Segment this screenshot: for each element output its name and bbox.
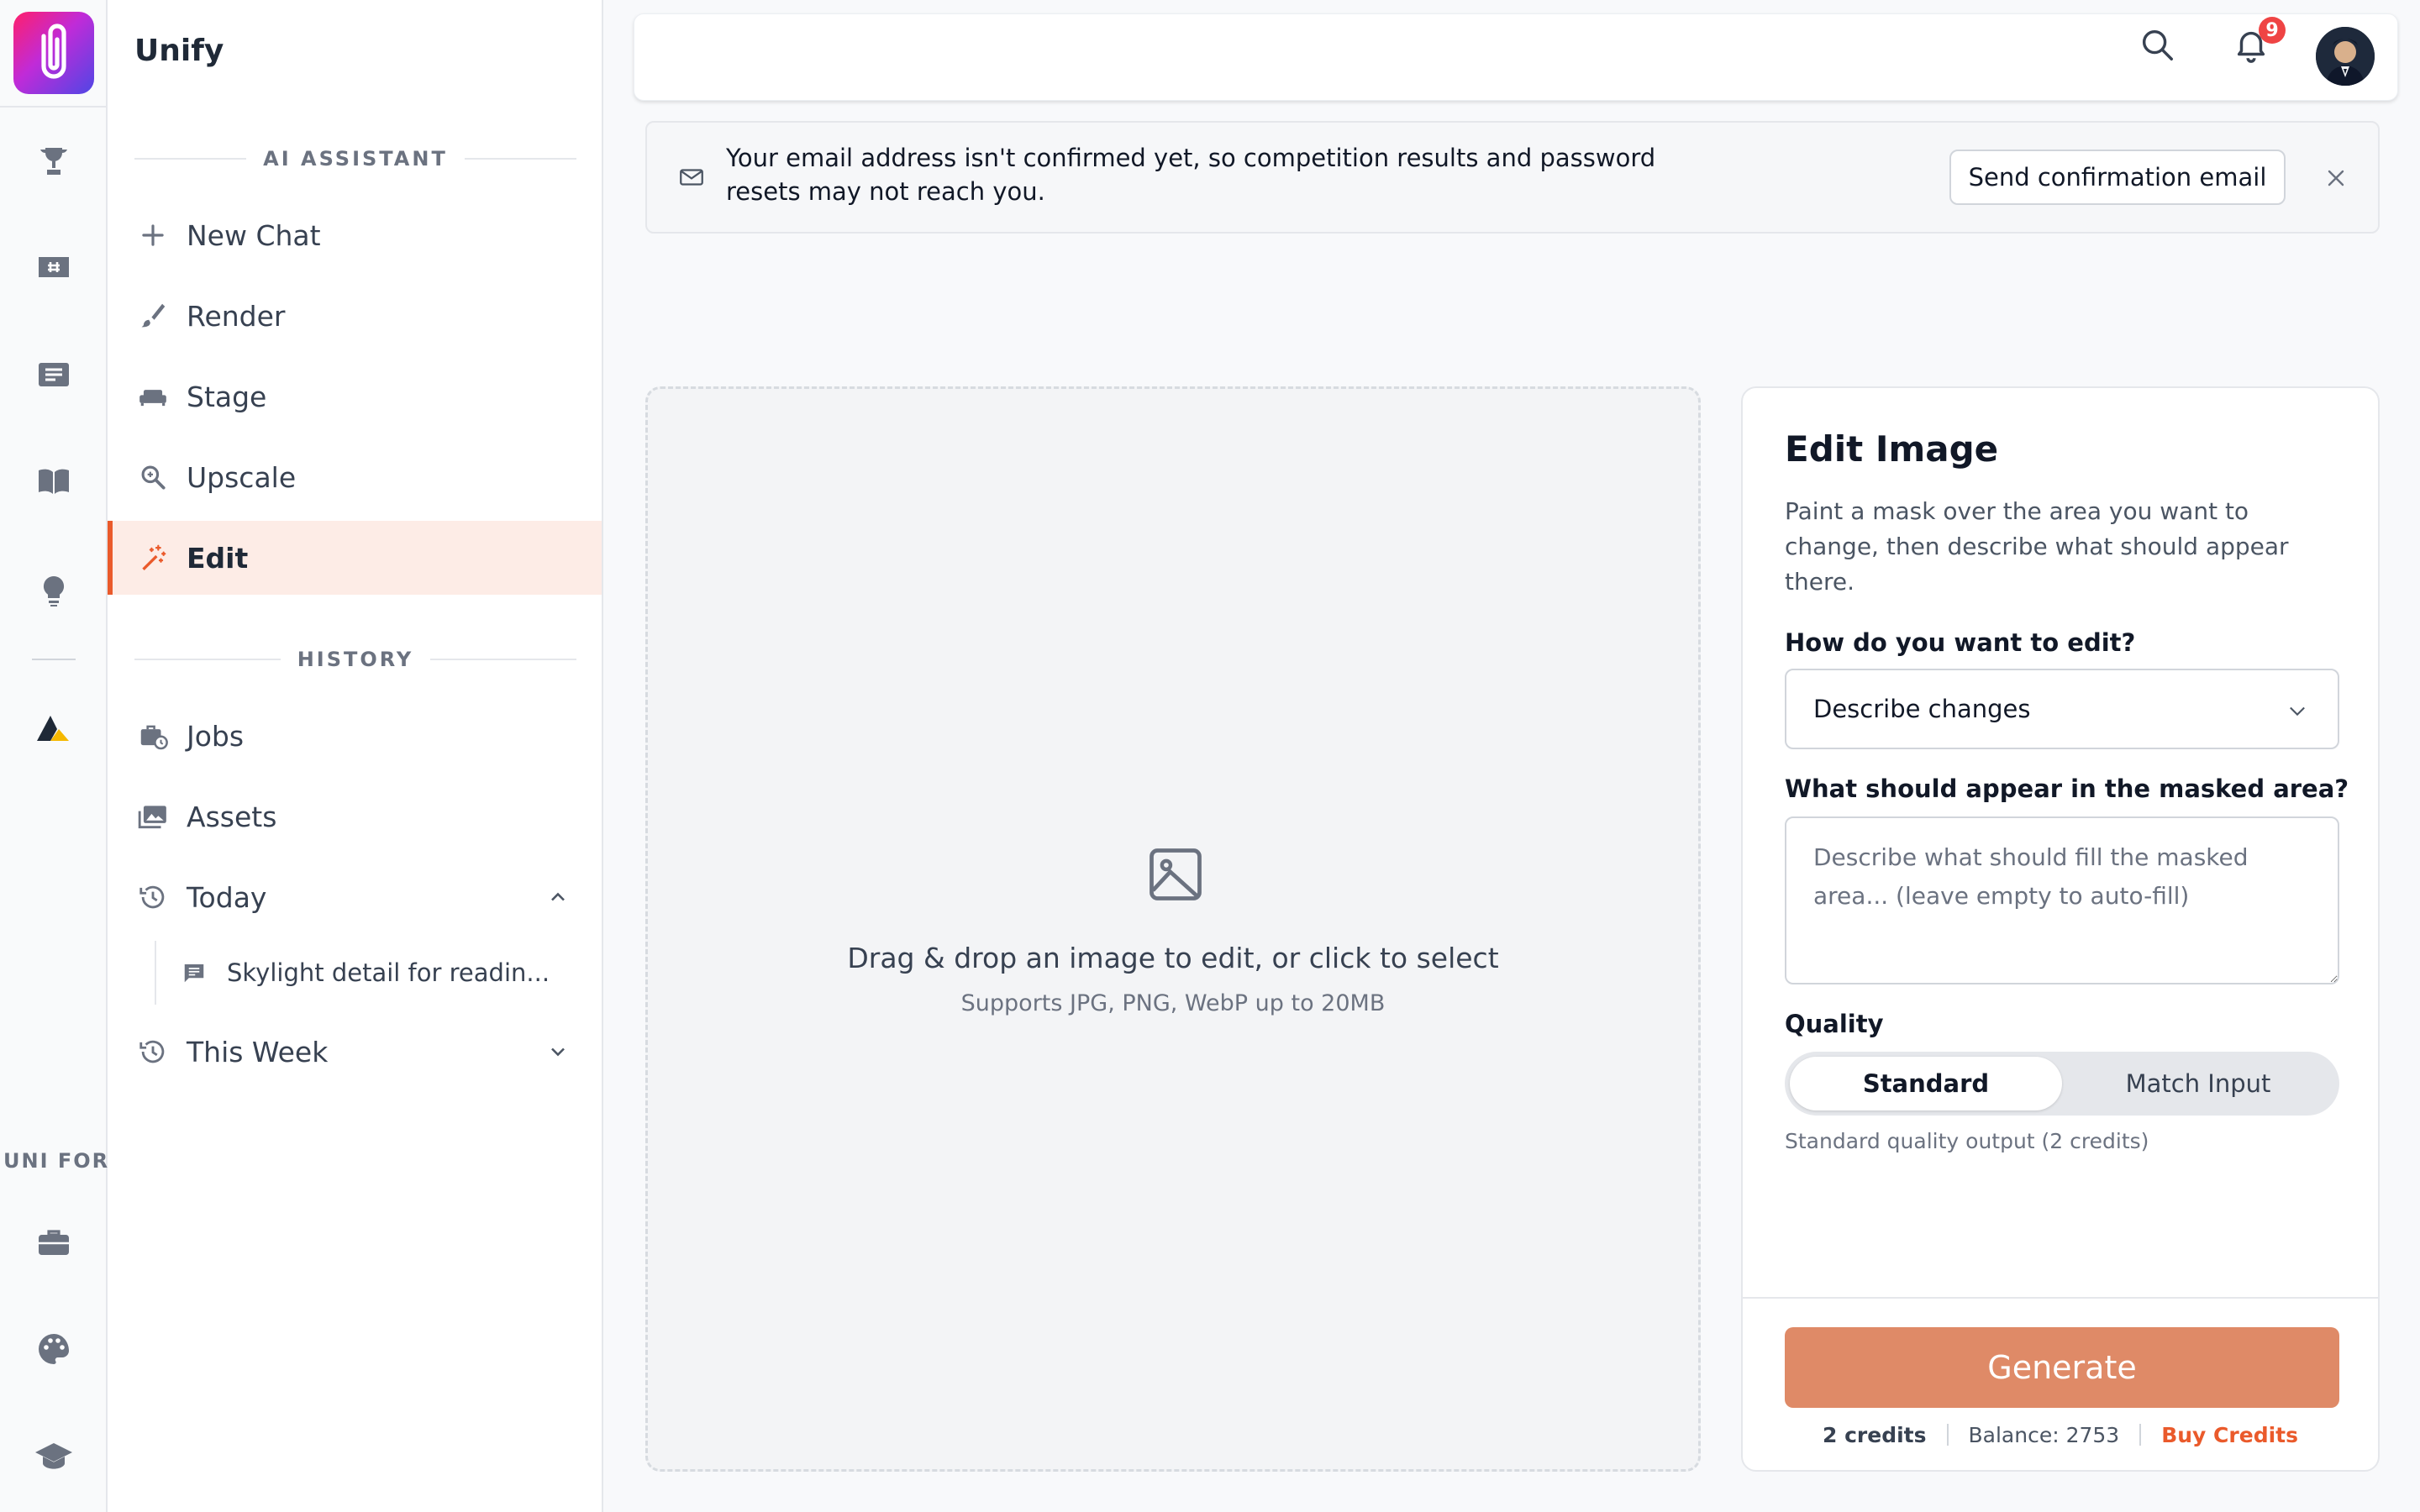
- sidebar-item-render[interactable]: Render: [108, 279, 602, 353]
- edit-mode-select[interactable]: Describe changes: [1785, 669, 2339, 749]
- chevron-down-icon[interactable]: [546, 1040, 570, 1063]
- email-confirmation-banner: Your email address isn't confirmed yet, …: [645, 121, 2380, 234]
- image-dropzone[interactable]: Drag & drop an image to edit, or click t…: [645, 386, 1701, 1472]
- article-icon[interactable]: [30, 351, 77, 398]
- sidebar-item-label: Assets: [187, 800, 277, 833]
- sidebar-item-assets[interactable]: Assets: [108, 780, 602, 853]
- sidebar-item-label: Upscale: [187, 460, 297, 494]
- notification-badge: 9: [2259, 17, 2286, 44]
- sidebar-item-jobs[interactable]: Jobs: [108, 699, 602, 773]
- prompt-label: What should appear in the masked area?: [1785, 774, 2349, 803]
- sidebar-item-edit[interactable]: Edit: [108, 521, 602, 595]
- plus-icon: [134, 217, 171, 254]
- user-avatar-icon: [2316, 27, 2375, 86]
- edit-mode-value: Describe changes: [1813, 695, 2031, 723]
- section-label: AI ASSISTANT: [263, 147, 448, 171]
- edit-image-panel: Edit Image Paint a mask over the area yo…: [1741, 386, 2380, 1472]
- credits-row: 2 credits Balance: 2753 Buy Credits: [1743, 1418, 2378, 1452]
- generate-button[interactable]: Generate: [1785, 1327, 2339, 1408]
- sidebar-item-label: New Chat: [187, 218, 321, 252]
- history-icon: [134, 1033, 171, 1070]
- rail-divider: [0, 106, 108, 108]
- chevron-down-icon: [2290, 706, 2305, 717]
- icon-rail: UNI FOR: [0, 0, 108, 1512]
- history-icon: [134, 879, 171, 916]
- sidebar-item-stage[interactable]: Stage: [108, 360, 602, 433]
- briefcase-clock-icon: [134, 717, 171, 754]
- panel-description: Paint a mask over the area you want to c…: [1785, 497, 2289, 596]
- sidebar-item-upscale[interactable]: Upscale: [108, 440, 602, 514]
- images-icon: [134, 798, 171, 835]
- panel-title: Edit Image: [1785, 428, 1999, 470]
- app-logo[interactable]: [13, 12, 94, 94]
- sidebar-item-label: Stage: [187, 380, 267, 413]
- image-icon: [1150, 848, 1202, 900]
- sidebar-item-label: Render: [187, 299, 286, 333]
- magic-wand-icon: [134, 539, 171, 576]
- search-icon[interactable]: [2138, 25, 2176, 64]
- sidebar-item-label: This Week: [187, 1035, 329, 1068]
- quality-hint: Standard quality output (2 credits): [1785, 1129, 2149, 1153]
- side-panel: Unify AI ASSISTANT New Chat Render Stage…: [108, 0, 603, 1512]
- mail-icon: [680, 169, 703, 186]
- sofa-icon: [134, 378, 171, 415]
- dropzone-title: Drag & drop an image to edit, or click t…: [847, 942, 1499, 974]
- sidebar-item-label: Jobs: [187, 719, 245, 753]
- trophy-icon[interactable]: [30, 138, 77, 185]
- sidebar-item-today[interactable]: Today: [108, 860, 602, 934]
- sidebar-item-new-chat[interactable]: New Chat: [108, 198, 602, 272]
- blueprint-icon[interactable]: [30, 244, 77, 291]
- quality-label: Quality: [1785, 1010, 1884, 1038]
- book-icon[interactable]: [30, 459, 77, 506]
- palette-icon[interactable]: [30, 1326, 77, 1373]
- sidebar-item-label: Today: [187, 880, 267, 914]
- app-title: Unify: [134, 34, 224, 68]
- avatar[interactable]: [2316, 27, 2375, 86]
- banner-message: Your email address isn't confirmed yet, …: [726, 144, 1656, 206]
- brush-icon: [134, 297, 171, 334]
- chevron-up-icon[interactable]: [546, 885, 570, 909]
- close-icon[interactable]: [2323, 165, 2349, 192]
- rail-divider: [32, 659, 76, 660]
- history-section: HISTORY: [134, 647, 576, 672]
- sidebar-item-label: Edit: [187, 541, 249, 575]
- panel-footer-divider: [1743, 1297, 2378, 1299]
- zoom-icon: [134, 459, 171, 496]
- dropzone-subtitle: Supports JPG, PNG, WebP up to 20MB: [960, 990, 1386, 1016]
- briefcase-icon[interactable]: [30, 1220, 77, 1267]
- ai-assistant-section: AI ASSISTANT: [134, 146, 576, 171]
- section-label: HISTORY: [297, 648, 414, 671]
- send-confirmation-button[interactable]: Send confirmation email: [1949, 150, 2286, 205]
- paperclip-logo-icon: [41, 24, 66, 79]
- quality-option-match-input[interactable]: Match Input: [2062, 1057, 2334, 1110]
- mask-prompt-input[interactable]: [1785, 816, 2339, 984]
- quality-toggle: Standard Match Input: [1785, 1052, 2339, 1116]
- lightbulb-icon[interactable]: [30, 568, 77, 615]
- credit-balance: Balance: 2753: [1968, 1422, 2120, 1447]
- chat-history-item[interactable]: Skylight detail for readin...: [155, 941, 592, 1005]
- chat-history-label: Skylight detail for readin...: [227, 958, 550, 987]
- graduation-cap-icon[interactable]: [30, 1433, 77, 1480]
- buy-credits-link[interactable]: Buy Credits: [2161, 1423, 2298, 1447]
- edit-mode-label: How do you want to edit?: [1785, 628, 2136, 657]
- top-bar: [634, 13, 2398, 101]
- brand-triangle-icon[interactable]: [30, 706, 77, 753]
- credit-cost: 2 credits: [1823, 1422, 1927, 1447]
- quality-option-standard[interactable]: Standard: [1790, 1057, 2062, 1110]
- chat-bubble-icon: [184, 964, 204, 983]
- rail-section-label: UNI FOR: [3, 1149, 108, 1173]
- sidebar-item-this-week[interactable]: This Week: [108, 1015, 602, 1089]
